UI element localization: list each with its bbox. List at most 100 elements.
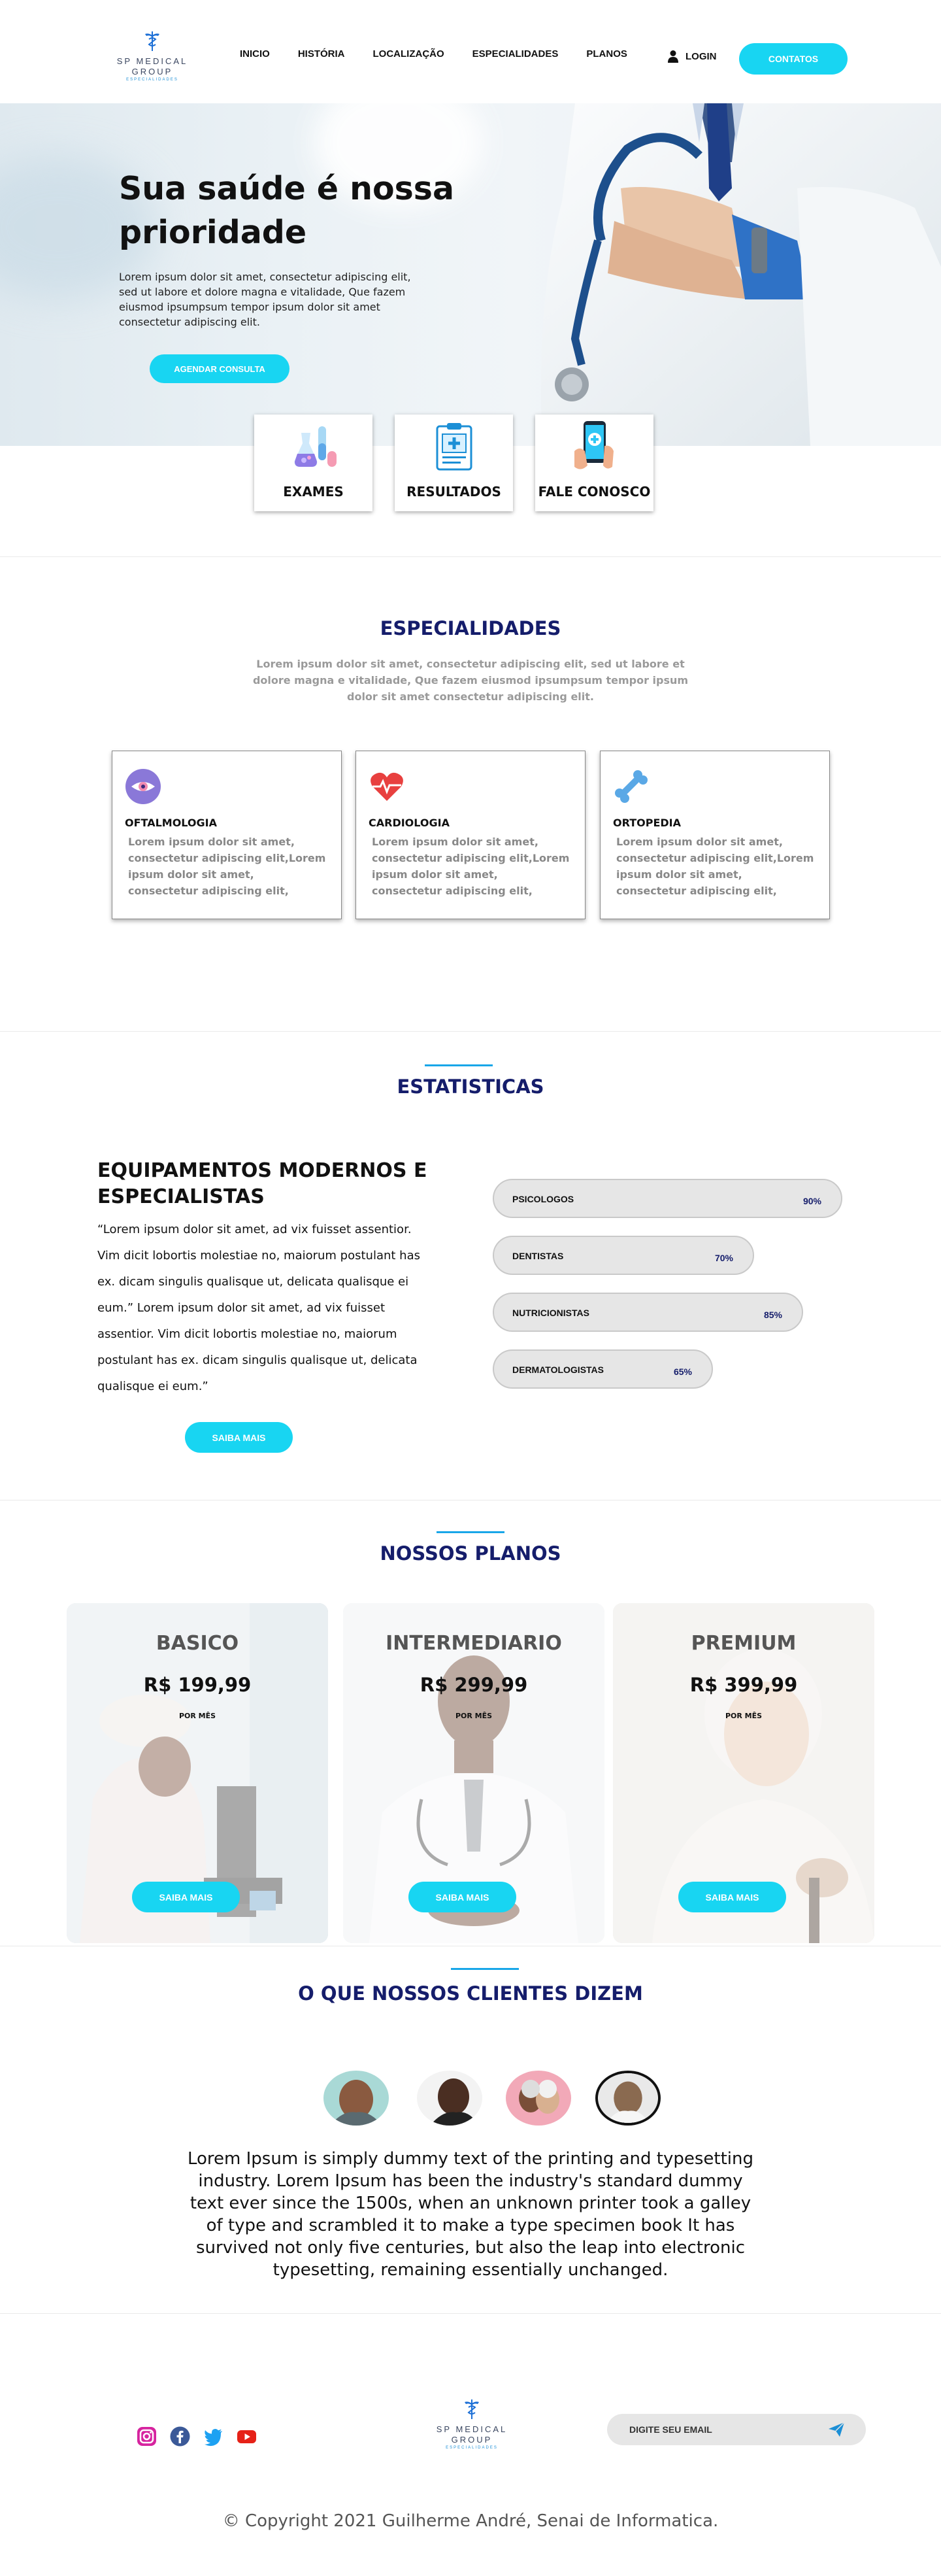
avatar[interactable] [417, 2071, 482, 2126]
section-accent-bar [451, 1968, 519, 1970]
logo-line3: ESPECIALIDADES [446, 2446, 498, 2450]
feature-card-fale-conosco[interactable]: FALE CONOSCO [535, 415, 653, 511]
logo-line1: SP MEDICAL [116, 56, 188, 66]
eye-icon [125, 769, 161, 804]
feature-card-resultados[interactable]: RESULTADOS [395, 415, 513, 511]
specialties-title: ESPECIALIDADES [380, 617, 561, 639]
stats-title: ESTATISTICAS [397, 1076, 544, 1098]
specialty-card-ortopedia[interactable]: ORTOPEDIA Lorem ipsum dolor sit amet, co… [600, 751, 830, 919]
plan-name: PREMIUM [691, 1632, 797, 1655]
testimonial-quote: Lorem Ipsum is simply dummy text of the … [187, 2149, 754, 2280]
stats-heading: EQUIPAMENTOS MODERNOS E ESPECIALISTAS [97, 1159, 427, 1208]
avatar[interactable] [323, 2071, 389, 2126]
stat-bar-dentistas: DENTISTAS 70% [493, 1236, 754, 1275]
plan-more-button[interactable]: SAIBA MAIS [408, 1882, 516, 1912]
nav-localizacao[interactable]: LOCALIZAÇÃO [373, 48, 444, 59]
stat-bar-psicologos: PSICOLOGOS 90% [493, 1179, 842, 1218]
stat-bar-nutricionistas: NUTRICIONISTAS 85% [493, 1293, 803, 1332]
plan-more-button[interactable]: SAIBA MAIS [678, 1882, 786, 1912]
logo-line1: SP MEDICAL [436, 2424, 508, 2434]
plan-card-intermediario[interactable]: INTERMEDIARIO R$ 299,99 POR MÊS SAIBA MA… [343, 1603, 604, 1943]
facebook-icon[interactable] [170, 2426, 190, 2447]
stat-name: NUTRICIONISTAS [512, 1308, 589, 1318]
plan-price: R$ 399,99 [689, 1674, 798, 1696]
hero-title: Sua saúde é nossa prioridade [119, 170, 455, 251]
phone-hand-icon [574, 421, 614, 469]
stats-more-button[interactable]: SAIBA MAIS [185, 1422, 293, 1453]
stat-name: DERMATOLOGISTAS [512, 1364, 604, 1375]
stat-value: 70% [714, 1253, 733, 1263]
clipboard-icon [436, 423, 472, 471]
contacts-button[interactable]: CONTATOS [739, 43, 848, 75]
stat-value: 65% [673, 1366, 692, 1377]
nav-historia[interactable]: HISTÓRIA [298, 48, 345, 59]
nav-inicio[interactable]: INICIO [240, 48, 270, 59]
email-placeholder: DIGITE SEU EMAIL [629, 2424, 712, 2435]
heart-pulse-icon [371, 772, 403, 801]
feature-label: EXAMES [283, 484, 344, 500]
divider [0, 2313, 941, 2314]
newsletter-email-field[interactable]: DIGITE SEU EMAIL [607, 2414, 866, 2445]
specialty-text: Lorem ipsum dolor sit amet, consectetur … [616, 836, 814, 897]
feature-card-exames[interactable]: EXAMES [254, 415, 372, 511]
specialty-card-oftalmologia[interactable]: OFTALMOLOGIA Lorem ipsum dolor sit amet,… [112, 751, 342, 919]
caduceus-icon [465, 2399, 479, 2419]
main-nav: INICIO HISTÓRIA LOCALIZAÇÃO ESPECIALIDAD… [240, 48, 655, 59]
specialty-text: Lorem ipsum dolor sit amet, consectetur … [128, 836, 326, 897]
lab-flasks-icon [294, 426, 337, 467]
schedule-button[interactable]: AGENDAR CONSULTA [150, 354, 289, 383]
specialty-name: OFTALMOLOGIA [125, 817, 217, 829]
plan-name: BASICO [156, 1632, 239, 1655]
login-label: LOGIN [685, 50, 717, 62]
send-icon[interactable] [828, 2422, 845, 2437]
stat-name: PSICOLOGOS [512, 1194, 574, 1204]
specialty-name: CARDIOLOGIA [369, 817, 450, 829]
logo-line2: GROUP [451, 2435, 493, 2445]
nav-planos[interactable]: PLANOS [586, 48, 627, 59]
login-link[interactable]: LOGIN [667, 50, 717, 63]
plan-period: POR MÊS [725, 1712, 763, 1720]
avatar[interactable] [595, 2071, 661, 2126]
section-accent-bar [437, 1531, 504, 1533]
specialties-subtitle: Lorem ipsum dolor sit amet, consectetur … [252, 658, 689, 703]
caduceus-icon [145, 31, 159, 51]
social-links [137, 2426, 257, 2447]
copyright: © Copyright 2021 Guilherme André, Senai … [222, 2511, 719, 2531]
plan-more-button[interactable]: SAIBA MAIS [132, 1882, 240, 1912]
stats-text: “Lorem ipsum dolor sit amet, ad vix fuis… [97, 1223, 420, 1393]
stat-bar-dermatologistas: DERMATOLOGISTAS 65% [493, 1349, 713, 1389]
logo-line2: GROUP [131, 67, 173, 76]
plan-period: POR MÊS [178, 1712, 216, 1720]
stat-value: 85% [763, 1310, 782, 1320]
feature-label: RESULTADOS [406, 484, 501, 500]
divider [0, 1031, 941, 1032]
page: SP MEDICAL GROUP ESPECIALIDADES INICIO H… [0, 0, 941, 2576]
youtube-icon[interactable] [237, 2426, 257, 2447]
stat-value: 90% [802, 1196, 821, 1206]
section-accent-bar [425, 1064, 493, 1066]
plan-card-premium[interactable]: PREMIUM R$ 399,99 POR MÊS SAIBA MAIS [613, 1603, 874, 1943]
hero-banner: Sua saúde é nossa prioridade Lorem ipsum… [0, 103, 941, 446]
doctor-stethoscope-image [541, 103, 941, 446]
avatar[interactable] [506, 2071, 571, 2126]
user-icon [668, 50, 678, 63]
logo[interactable]: SP MEDICAL GROUP ESPECIALIDADES [111, 30, 193, 82]
plan-period: POR MÊS [455, 1712, 493, 1720]
stat-name: DENTISTAS [512, 1251, 564, 1261]
plan-card-basico[interactable]: BASICO R$ 199,99 POR MÊS SAIBA MAIS [67, 1603, 328, 1943]
logo-line3: ESPECIALIDADES [126, 78, 178, 82]
nav-especialidades[interactable]: ESPECIALIDADES [472, 48, 559, 59]
divider [0, 556, 941, 557]
feature-label: FALE CONOSCO [538, 484, 651, 500]
footer-logo[interactable]: SP MEDICAL GROUP ESPECIALIDADES [429, 2398, 515, 2450]
instagram-icon[interactable] [137, 2426, 157, 2447]
plans-title: NOSSOS PLANOS [380, 1542, 561, 1565]
specialty-text: Lorem ipsum dolor sit amet, consectetur … [372, 836, 570, 897]
specialty-card-cardiologia[interactable]: CARDIOLOGIA Lorem ipsum dolor sit amet, … [355, 751, 586, 919]
site-header: SP MEDICAL GROUP ESPECIALIDADES INICIO H… [0, 0, 941, 103]
twitter-icon[interactable] [203, 2426, 223, 2447]
specialty-name: ORTOPEDIA [613, 817, 681, 829]
testimonials-title: O QUE NOSSOS CLIENTES DIZEM [298, 1982, 643, 2005]
plan-price: R$ 199,99 [143, 1674, 252, 1696]
plan-name: INTERMEDIARIO [386, 1632, 562, 1655]
